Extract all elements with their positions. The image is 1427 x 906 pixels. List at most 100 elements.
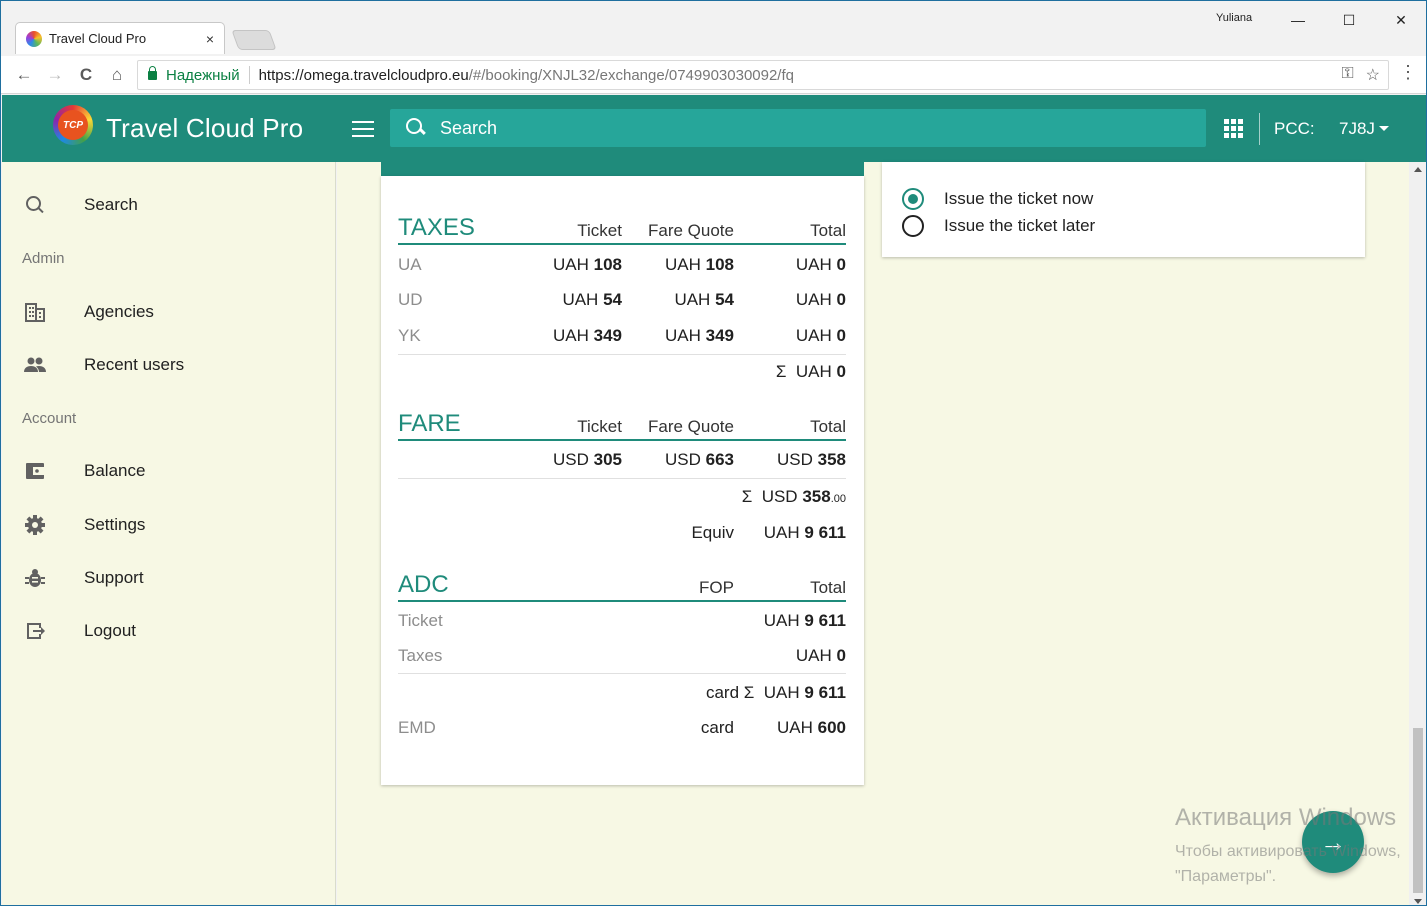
apps-grid-icon[interactable]: [1224, 119, 1243, 138]
search-input[interactable]: Search: [390, 109, 1206, 147]
sidebar-item-settings[interactable]: Settings: [2, 505, 336, 545]
tax-code: UD: [398, 290, 423, 309]
tax-ticket: UAH 108: [552, 255, 622, 274]
divider: [398, 478, 846, 479]
favicon-icon: [26, 30, 42, 47]
url-path: /#/booking/XNJL32/exchange/0749903030092…: [468, 66, 794, 84]
divider: [398, 673, 846, 674]
logo-text: TCP: [58, 110, 88, 140]
col-ticket: Ticket: [577, 221, 622, 240]
fare-details-card: TAXES Ticket Fare Quote Total UA UAH 108…: [381, 176, 864, 785]
scrollbar[interactable]: [1409, 162, 1426, 905]
main-content: TAXES Ticket Fare Quote Total UA UAH 108…: [337, 162, 1409, 905]
fare-rule: [398, 439, 846, 441]
star-icon[interactable]: ☆: [1366, 65, 1380, 85]
app-header: TCP Travel Cloud Pro Search PCC: 7J8J: [2, 95, 1426, 162]
adc-taxes-value: UAH 0: [795, 646, 846, 665]
activation-watermark-title: Активация Windows: [1175, 804, 1397, 831]
people-icon: [23, 353, 47, 377]
tab-close-icon[interactable]: ×: [206, 31, 214, 47]
chevron-down-icon[interactable]: [1379, 126, 1389, 131]
forward-button[interactable]: →: [44, 64, 66, 86]
emd-value: UAH 600: [776, 718, 846, 737]
tax-code: YK: [398, 326, 421, 345]
divider: [398, 354, 846, 355]
fare-sum: Σ USD 358.00: [741, 487, 846, 506]
menu-dots-icon[interactable]: ⋮: [1399, 62, 1417, 83]
col-total: Total: [810, 578, 846, 597]
taxes-sum: Σ UAH 0: [775, 362, 846, 381]
minimize-button[interactable]: —: [1275, 7, 1321, 33]
fare-ticket: USD 305: [552, 450, 622, 469]
wallet-icon: [23, 459, 47, 483]
tax-total: UAH 0: [795, 255, 846, 274]
fare-title: FARE: [398, 410, 461, 437]
tax-fq: UAH 108: [664, 255, 734, 274]
maximize-button[interactable]: ☐: [1326, 7, 1372, 33]
taxes-rule: [398, 243, 846, 245]
sidebar-item-logout[interactable]: Logout: [2, 611, 336, 651]
col-fare-quote: Fare Quote: [648, 417, 734, 436]
activation-watermark-text: Чтобы активировать Windows, "Параметры".: [1175, 843, 1401, 885]
sidebar-item-balance[interactable]: Balance: [2, 451, 336, 491]
col-total: Total: [810, 417, 846, 436]
lock-icon: [148, 65, 157, 80]
scroll-down-icon[interactable]: [1414, 899, 1422, 904]
sidebar: Search Admin Agencies Recent users Accou…: [2, 162, 336, 905]
section-account: Account: [22, 410, 77, 427]
logout-icon: [23, 619, 47, 643]
col-fop: FOP: [699, 578, 734, 597]
sidebar-item-label: Recent users: [84, 355, 185, 374]
radio-label: Issue the ticket later: [944, 216, 1096, 235]
profile-name[interactable]: Yuliana: [1216, 12, 1252, 24]
bug-icon: [23, 566, 47, 590]
sidebar-item-label: Search: [84, 195, 138, 214]
sidebar-item-agencies[interactable]: Agencies: [2, 292, 336, 332]
home-button[interactable]: ⌂: [106, 64, 128, 86]
issue-options-card: Issue the ticket now Issue the ticket la…: [882, 162, 1365, 257]
address-bar[interactable]: Надежный https://omega.travelcloudpro.eu…: [137, 60, 1389, 90]
scroll-thumb[interactable]: [1413, 728, 1423, 893]
browser-window: Travel Cloud Pro × Yuliana — ☐ ✕ ← → C ⌂…: [0, 0, 1427, 906]
reload-button[interactable]: C: [75, 64, 97, 86]
key-icon[interactable]: ⚿: [1341, 65, 1353, 85]
adc-ticket-label: Ticket: [398, 611, 443, 630]
pcc-label: PCC:: [1274, 119, 1315, 138]
sidebar-item-recent-users[interactable]: Recent users: [2, 345, 336, 385]
back-button[interactable]: ←: [13, 64, 35, 86]
issue-now-option[interactable]: Issue the ticket now: [902, 188, 1093, 210]
url-host: https://omega.travelcloudpro.eu: [258, 66, 469, 84]
radio-unchecked-icon[interactable]: [902, 215, 924, 237]
logo[interactable]: TCP: [53, 105, 93, 145]
col-fare-quote: Fare Quote: [648, 221, 734, 240]
sidebar-item-label: Logout: [84, 621, 136, 640]
adc-rule: [398, 600, 846, 602]
adc-taxes-label: Taxes: [398, 646, 443, 665]
tax-ticket: UAH 349: [552, 326, 622, 345]
new-tab-button[interactable]: [231, 30, 277, 50]
close-window-button[interactable]: ✕: [1378, 7, 1424, 33]
search-placeholder: Search: [440, 117, 498, 138]
card-header-strip: [381, 162, 864, 176]
tax-fq: UAH 349: [664, 326, 734, 345]
title-bar: Travel Cloud Pro × Yuliana — ☐ ✕: [1, 1, 1426, 56]
col-ticket: Ticket: [577, 417, 622, 436]
omnibox-divider: [248, 66, 250, 84]
equiv-value: UAH 9 611: [763, 523, 846, 542]
brand-name[interactable]: Travel Cloud Pro: [106, 113, 303, 144]
taxes-title: TAXES: [398, 214, 475, 241]
tax-total: UAH 0: [795, 326, 846, 345]
issue-later-option[interactable]: Issue the ticket later: [902, 215, 1095, 237]
adc-ticket-value: UAH 9 611: [763, 611, 846, 630]
sidebar-item-search[interactable]: Search: [2, 185, 336, 225]
sidebar-item-support[interactable]: Support: [2, 558, 336, 598]
fare-fq: USD 663: [664, 450, 734, 469]
tax-total: UAH 0: [795, 290, 846, 309]
pcc-select[interactable]: 7J8J: [1339, 119, 1375, 139]
radio-checked-icon[interactable]: [902, 188, 924, 210]
browser-tab[interactable]: Travel Cloud Pro ×: [15, 22, 225, 54]
menu-icon[interactable]: [352, 121, 374, 137]
scroll-up-icon[interactable]: [1414, 167, 1422, 172]
radio-label: Issue the ticket now: [944, 189, 1094, 208]
fare-total: USD 358: [776, 450, 846, 469]
